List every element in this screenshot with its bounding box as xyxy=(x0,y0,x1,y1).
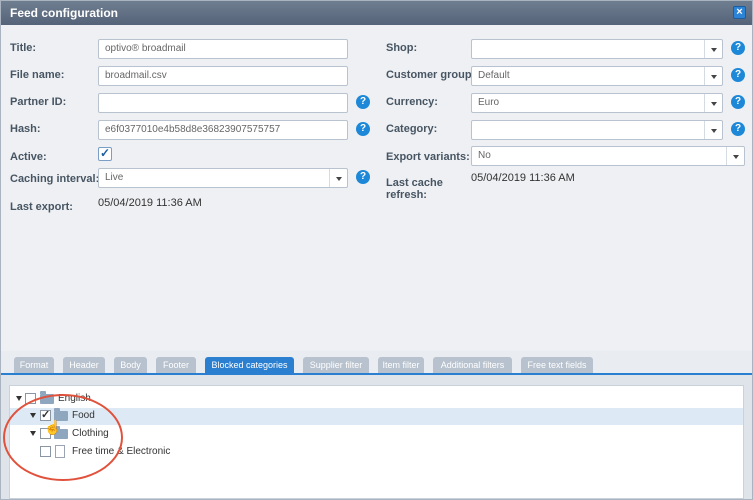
active-label: Active: xyxy=(10,151,47,163)
expand-arrow-icon[interactable] xyxy=(30,413,36,418)
tree-checkbox[interactable] xyxy=(40,446,51,457)
active-checkbox[interactable] xyxy=(98,146,112,161)
chevron-down-icon xyxy=(704,121,722,139)
document-icon xyxy=(55,445,65,458)
shop-help-icon[interactable]: ? xyxy=(731,41,745,55)
hash-label: Hash: xyxy=(10,123,41,135)
tabs-panel: Format Header Body Footer Blocked catego… xyxy=(1,351,752,499)
tree-item-clothing[interactable]: Clothing xyxy=(10,426,743,443)
currency-value: Euro xyxy=(478,97,500,108)
category-tree: English Food Clothing Free time & Electr… xyxy=(9,385,744,499)
customer-group-value: Default xyxy=(478,70,510,81)
currency-help-icon[interactable]: ? xyxy=(731,95,745,109)
tree-item-free-time-electronic[interactable]: Free time & Electronic xyxy=(10,444,743,461)
title-field[interactable]: optivo® broadmail xyxy=(98,39,348,59)
tab-body[interactable]: Body xyxy=(114,357,147,373)
tab-item-filter[interactable]: Item filter xyxy=(378,357,424,373)
caching-interval-help-icon[interactable]: ? xyxy=(356,170,370,184)
tab-header[interactable]: Header xyxy=(63,357,105,373)
caching-interval-value: Live xyxy=(105,172,124,183)
tree-item-english[interactable]: English xyxy=(10,391,743,408)
tree-label: Food xyxy=(72,410,95,421)
tree-label: English xyxy=(58,393,91,404)
tab-supplier-filter[interactable]: Supplier filter xyxy=(303,357,369,373)
tab-blocked-categories[interactable]: Blocked categories xyxy=(205,357,294,373)
tree-checkbox[interactable] xyxy=(25,393,36,404)
last-export-value: 05/04/2019 11:36 AM xyxy=(98,197,202,209)
chevron-down-icon xyxy=(726,147,744,165)
tab-bar: Format Header Body Footer Blocked catego… xyxy=(1,351,752,375)
currency-label: Currency: xyxy=(386,96,438,108)
expand-arrow-icon[interactable] xyxy=(30,431,36,436)
window-titlebar: Feed configuration × xyxy=(1,1,752,25)
folder-icon xyxy=(40,391,54,404)
chevron-down-icon xyxy=(704,94,722,112)
hash-field[interactable]: e6f0377010e4b58d8e36823907575757 xyxy=(98,120,348,140)
category-help-icon[interactable]: ? xyxy=(731,122,745,136)
tab-footer[interactable]: Footer xyxy=(156,357,196,373)
file-name-field[interactable]: broadmail.csv xyxy=(98,66,348,86)
customer-group-select[interactable]: Default xyxy=(471,66,723,86)
shop-select[interactable] xyxy=(471,39,723,59)
caching-interval-select[interactable]: Live xyxy=(98,168,348,188)
expand-arrow-icon[interactable] xyxy=(16,396,22,401)
last-cache-refresh-value: 05/04/2019 11:36 AM xyxy=(471,172,575,184)
title-label: Title: xyxy=(10,42,37,54)
partner-id-help-icon[interactable]: ? xyxy=(356,95,370,109)
hash-help-icon[interactable]: ? xyxy=(356,122,370,136)
tree-item-food[interactable]: Food xyxy=(10,408,743,425)
export-variants-value: No xyxy=(478,150,491,161)
shop-label: Shop: xyxy=(386,42,418,54)
partner-id-field[interactable] xyxy=(98,93,348,113)
chevron-down-icon xyxy=(329,169,347,187)
hand-cursor-icon: ☝ xyxy=(44,419,62,435)
tree-label: Free time & Electronic xyxy=(72,446,171,457)
chevron-down-icon xyxy=(704,67,722,85)
category-select[interactable] xyxy=(471,120,723,140)
last-export-label: Last export: xyxy=(10,201,73,213)
customer-group-label: Customer group: xyxy=(386,69,476,81)
window-title: Feed configuration xyxy=(10,6,118,20)
feed-configuration-window: Feed configuration × Title: optivo® broa… xyxy=(0,0,753,500)
tab-free-text-fields[interactable]: Free text fields xyxy=(521,357,593,373)
export-variants-select[interactable]: No xyxy=(471,146,745,166)
form-area: Title: optivo® broadmail File name: broa… xyxy=(1,25,752,351)
tab-additional-filters[interactable]: Additional filters xyxy=(433,357,512,373)
file-name-label: File name: xyxy=(10,69,65,81)
caching-interval-label: Caching interval: xyxy=(10,173,100,185)
export-variants-label: Export variants: xyxy=(386,151,470,163)
tab-format[interactable]: Format xyxy=(14,357,54,373)
currency-select[interactable]: Euro xyxy=(471,93,723,113)
chevron-down-icon xyxy=(704,40,722,58)
customer-group-help-icon[interactable]: ? xyxy=(731,68,745,82)
tree-label: Clothing xyxy=(72,428,109,439)
close-icon[interactable]: × xyxy=(733,6,746,19)
category-label: Category: xyxy=(386,123,438,135)
last-cache-refresh-label: Last cache refresh: xyxy=(386,177,443,201)
partner-id-label: Partner ID: xyxy=(10,96,67,108)
